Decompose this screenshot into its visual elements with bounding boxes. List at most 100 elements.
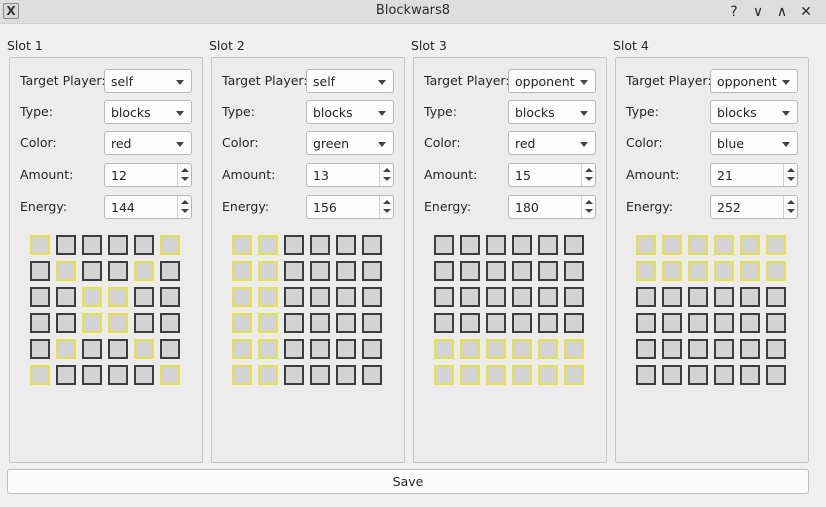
grid-cell-r1-c1[interactable] [434,235,454,255]
grid-cell-r2-c5[interactable] [336,261,356,281]
grid-cell-r2-c4[interactable] [108,261,128,281]
grid-cell-r6-c3[interactable] [486,365,506,385]
grid-cell-r1-c3[interactable] [486,235,506,255]
grid-cell-r4-c6[interactable] [564,313,584,333]
grid-cell-r3-c2[interactable] [258,287,278,307]
grid-cell-r3-c2[interactable] [460,287,480,307]
grid-cell-r3-c2[interactable] [56,287,76,307]
slot-3-target-player-select[interactable]: opponent [508,69,596,93]
grid-cell-r4-c6[interactable] [160,313,180,333]
grid-cell-r5-c2[interactable] [56,339,76,359]
slot-1-amount-spinbox[interactable]: 12 [104,163,192,187]
grid-cell-r4-c2[interactable] [460,313,480,333]
grid-cell-r3-c5[interactable] [134,287,154,307]
slot-4-amount-spinbox[interactable]: 21 [710,163,798,187]
grid-cell-r5-c3[interactable] [284,339,304,359]
grid-cell-r2-c6[interactable] [766,261,786,281]
grid-cell-r1-c1[interactable] [30,235,50,255]
grid-cell-r4-c3[interactable] [284,313,304,333]
grid-cell-r2-c6[interactable] [564,261,584,281]
grid-cell-r2-c3[interactable] [688,261,708,281]
slot-4-energy-spinbox[interactable]: 252 [710,195,798,219]
increment-arrow-icon[interactable] [181,200,189,204]
increment-arrow-icon[interactable] [787,168,795,172]
grid-cell-r4-c1[interactable] [636,313,656,333]
slot-1-type-select[interactable]: blocks [104,100,192,124]
grid-cell-r5-c1[interactable] [232,339,252,359]
grid-cell-r1-c4[interactable] [108,235,128,255]
grid-cell-r2-c5[interactable] [740,261,760,281]
grid-cell-r2-c5[interactable] [134,261,154,281]
grid-cell-r3-c1[interactable] [636,287,656,307]
grid-cell-r6-c6[interactable] [160,365,180,385]
maximize-button[interactable]: ∧ [772,2,792,22]
grid-cell-r1-c2[interactable] [56,235,76,255]
grid-cell-r6-c3[interactable] [284,365,304,385]
grid-cell-r3-c6[interactable] [362,287,382,307]
grid-cell-r4-c2[interactable] [56,313,76,333]
grid-cell-r1-c4[interactable] [310,235,330,255]
decrement-arrow-icon[interactable] [787,209,795,213]
grid-cell-r3-c5[interactable] [740,287,760,307]
grid-cell-r2-c3[interactable] [82,261,102,281]
grid-cell-r3-c4[interactable] [108,287,128,307]
grid-cell-r5-c5[interactable] [336,339,356,359]
grid-cell-r6-c2[interactable] [460,365,480,385]
grid-cell-r5-c2[interactable] [662,339,682,359]
increment-arrow-icon[interactable] [585,200,593,204]
grid-cell-r4-c4[interactable] [310,313,330,333]
grid-cell-r6-c2[interactable] [258,365,278,385]
grid-cell-r2-c2[interactable] [56,261,76,281]
grid-cell-r1-c4[interactable] [714,235,734,255]
grid-cell-r2-c2[interactable] [662,261,682,281]
save-button[interactable]: Save [7,469,809,494]
grid-cell-r4-c5[interactable] [740,313,760,333]
grid-cell-r6-c6[interactable] [564,365,584,385]
grid-cell-r3-c1[interactable] [434,287,454,307]
slot-4-type-select[interactable]: blocks [710,100,798,124]
grid-cell-r3-c3[interactable] [82,287,102,307]
grid-cell-r5-c3[interactable] [688,339,708,359]
increment-arrow-icon[interactable] [383,200,391,204]
grid-cell-r4-c2[interactable] [662,313,682,333]
grid-cell-r1-c2[interactable] [662,235,682,255]
grid-cell-r4-c2[interactable] [258,313,278,333]
grid-cell-r4-c1[interactable] [434,313,454,333]
grid-cell-r2-c4[interactable] [512,261,532,281]
grid-cell-r4-c1[interactable] [232,313,252,333]
slot-2-amount-spinbox[interactable]: 13 [306,163,394,187]
decrement-arrow-icon[interactable] [787,177,795,181]
grid-cell-r3-c1[interactable] [30,287,50,307]
grid-cell-r4-c4[interactable] [512,313,532,333]
slot-2-type-select[interactable]: blocks [306,100,394,124]
grid-cell-r6-c1[interactable] [636,365,656,385]
grid-cell-r6-c6[interactable] [766,365,786,385]
grid-cell-r4-c6[interactable] [766,313,786,333]
grid-cell-r5-c5[interactable] [134,339,154,359]
grid-cell-r2-c1[interactable] [636,261,656,281]
slot-1-energy-spinbox[interactable]: 144 [104,195,192,219]
grid-cell-r4-c4[interactable] [714,313,734,333]
grid-cell-r1-c3[interactable] [688,235,708,255]
grid-cell-r6-c4[interactable] [714,365,734,385]
grid-cell-r3-c5[interactable] [538,287,558,307]
grid-cell-r3-c3[interactable] [284,287,304,307]
grid-cell-r4-c3[interactable] [486,313,506,333]
grid-cell-r5-c4[interactable] [512,339,532,359]
grid-cell-r2-c2[interactable] [258,261,278,281]
grid-cell-r6-c5[interactable] [134,365,154,385]
grid-cell-r3-c4[interactable] [714,287,734,307]
grid-cell-r2-c6[interactable] [160,261,180,281]
slot-3-amount-spinbox[interactable]: 15 [508,163,596,187]
grid-cell-r1-c2[interactable] [460,235,480,255]
slot-3-type-select[interactable]: blocks [508,100,596,124]
grid-cell-r4-c5[interactable] [336,313,356,333]
grid-cell-r6-c4[interactable] [512,365,532,385]
close-button[interactable]: ✕ [796,2,816,22]
grid-cell-r6-c5[interactable] [538,365,558,385]
grid-cell-r3-c5[interactable] [336,287,356,307]
decrement-arrow-icon[interactable] [383,177,391,181]
slot-2-color-select[interactable]: green [306,131,394,155]
grid-cell-r1-c1[interactable] [636,235,656,255]
decrement-arrow-icon[interactable] [181,177,189,181]
